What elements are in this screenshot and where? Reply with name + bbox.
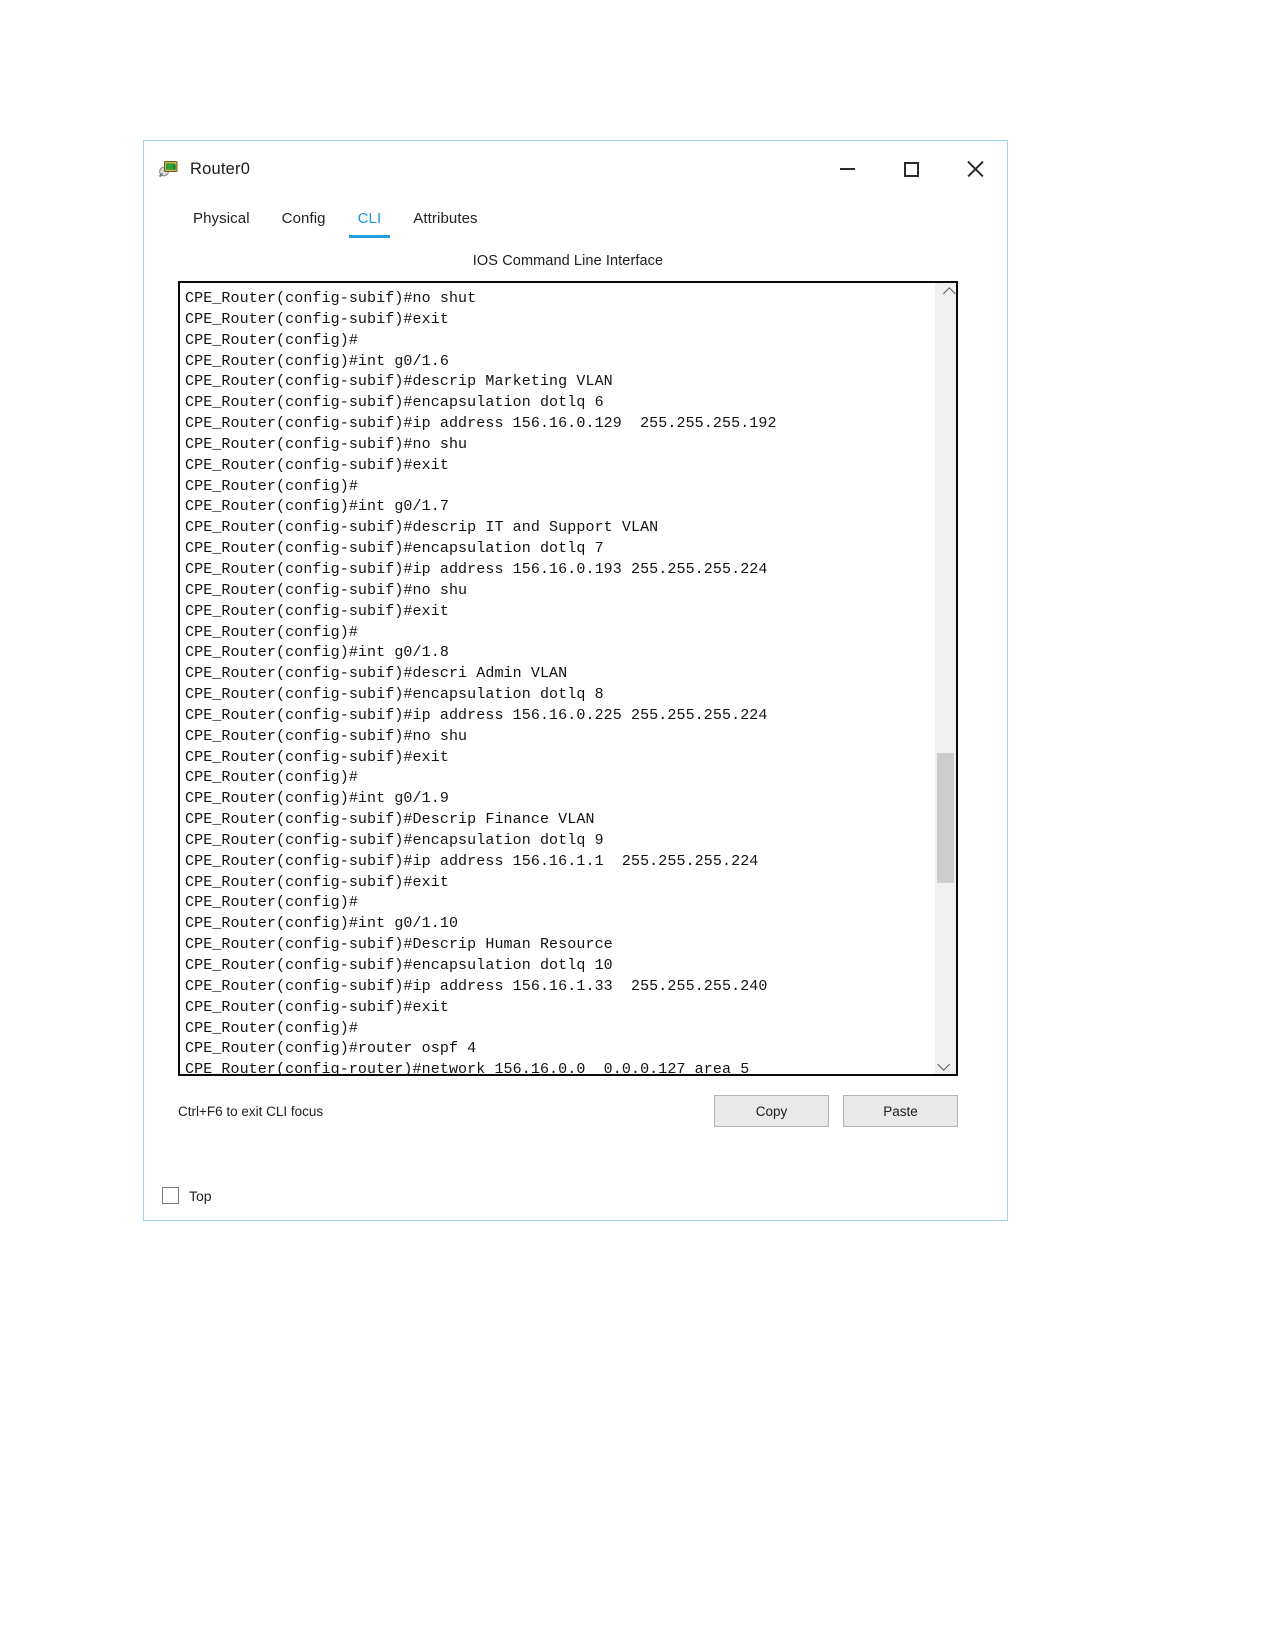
terminal-line: CPE_Router(config-subif)#Descrip Finance…: [185, 811, 595, 829]
close-button[interactable]: [943, 141, 1007, 197]
terminal-line: CPE_Router(config-subif)#ip address 156.…: [185, 415, 777, 433]
window-controls: [815, 141, 1007, 197]
terminal-line: CPE_Router(config-subif)#no shut: [185, 290, 477, 307]
terminal-line: CPE_Router(config-subif)#ip address 156.…: [185, 977, 768, 995]
window-footer: Top: [162, 1187, 212, 1204]
top-checkbox-label: Top: [189, 1187, 212, 1204]
terminal-line: CPE_Router(config-subif)#ip address 156.…: [185, 706, 768, 724]
cli-output-text[interactable]: CPE_Router(config-subif)#no shut CPE_Rout…: [180, 283, 935, 1074]
terminal-line: CPE_Router(config-subif)#exit: [185, 998, 449, 1016]
terminal-line: CPE_Router(config-subif)#no shu: [185, 727, 468, 745]
terminal-line: CPE_Router(config)#int g0/1.10: [185, 915, 459, 933]
terminal-line: CPE_Router(config-subif)#ip address 156.…: [185, 560, 768, 578]
window-title: Router0: [190, 159, 251, 178]
terminal-line: CPE_Router(config)#: [185, 894, 358, 912]
content-panel: Physical Config CLI Attributes IOS Comma…: [162, 198, 974, 1205]
cli-bottom-bar: Ctrl+F6 to exit CLI focus Copy Paste: [178, 1094, 958, 1128]
terminal-line: CPE_Router(config-subif)#encapsulation d…: [185, 540, 604, 558]
terminal-line: CPE_Router(config-subif)#exit: [185, 602, 449, 620]
terminal-line: CPE_Router(config)#: [185, 1019, 358, 1037]
terminal-scrollbar[interactable]: [935, 283, 956, 1074]
terminal-line: CPE_Router(config-subif)#exit: [185, 873, 449, 891]
terminal-line: CPE_Router(config-subif)#descrip IT and …: [185, 519, 659, 537]
chevron-up-icon: [942, 286, 956, 300]
terminal-line: CPE_Router(config-subif)#no shu: [185, 581, 468, 599]
paste-button[interactable]: Paste: [843, 1095, 958, 1127]
terminal-line: CPE_Router(config-subif)#exit: [185, 310, 449, 328]
terminal-line: CPE_Router(config)#: [185, 623, 358, 641]
maximize-icon: [903, 161, 919, 177]
terminal-line: CPE_Router(config-subif)#encapsulation d…: [185, 394, 604, 412]
router-properties-window: Router0 Physical Config CLI Attributes I…: [143, 140, 1008, 1221]
terminal-line: CPE_Router(config)#int g0/1.6: [185, 352, 449, 370]
scroll-down-button[interactable]: [936, 1054, 956, 1074]
terminal-line: CPE_Router(config)#router ospf 4: [185, 1040, 477, 1058]
window-title-bar: Router0: [144, 141, 1007, 198]
minimize-button[interactable]: [815, 141, 879, 197]
tab-config[interactable]: Config: [266, 198, 342, 238]
terminal-line: CPE_Router(config-subif)#descri Admin VL…: [185, 665, 568, 683]
terminal-line: CPE_Router(config-subif)#ip address 156.…: [185, 852, 759, 870]
copy-button[interactable]: Copy: [714, 1095, 829, 1127]
maximize-button[interactable]: [879, 141, 943, 197]
terminal-line: CPE_Router(config)#: [185, 477, 358, 495]
close-icon: [965, 159, 985, 179]
top-checkbox[interactable]: [162, 1187, 179, 1204]
title-bar-left: Router0: [144, 158, 250, 180]
terminal-line: CPE_Router(config-router)#network 156.16…: [185, 1061, 750, 1074]
tab-cli[interactable]: CLI: [342, 198, 398, 238]
terminal-line: CPE_Router(config-subif)#encapsulation d…: [185, 957, 613, 974]
terminal-line: CPE_Router(config-subif)#encapsulation d…: [185, 831, 604, 849]
terminal-line: CPE_Router(config-subif)#exit: [185, 748, 449, 766]
terminal-line: CPE_Router(config)#int g0/1.9: [185, 790, 449, 808]
scroll-up-button[interactable]: [936, 283, 956, 303]
terminal-line: CPE_Router(config)#int g0/1.7: [185, 498, 449, 516]
cli-terminal[interactable]: CPE_Router(config-subif)#no shut CPE_Rout…: [178, 281, 958, 1076]
cli-focus-hint: Ctrl+F6 to exit CLI focus: [178, 1103, 324, 1119]
tab-attributes[interactable]: Attributes: [397, 198, 493, 238]
terminal-line: CPE_Router(config-subif)#exit: [185, 456, 449, 474]
terminal-line: CPE_Router(config-subif)#encapsulation d…: [185, 686, 604, 704]
chevron-down-icon: [936, 1057, 950, 1071]
terminal-line: CPE_Router(config-subif)#no shu: [185, 435, 468, 453]
router-device-icon: [158, 158, 180, 180]
tab-strip: Physical Config CLI Attributes: [162, 198, 974, 239]
terminal-line: CPE_Router(config)#int g0/1.8: [185, 644, 449, 662]
terminal-line: CPE_Router(config-subif)#Descrip Human R…: [185, 936, 613, 954]
minimize-icon: [839, 168, 855, 170]
tab-physical[interactable]: Physical: [177, 198, 266, 238]
cli-section-title: IOS Command Line Interface: [472, 253, 664, 269]
terminal-line: CPE_Router(config)#: [185, 769, 358, 787]
terminal-line: CPE_Router(config)#: [185, 331, 358, 349]
terminal-line: CPE_Router(config-subif)#descrip Marketi…: [185, 373, 613, 391]
scrollbar-thumb[interactable]: [937, 753, 954, 883]
